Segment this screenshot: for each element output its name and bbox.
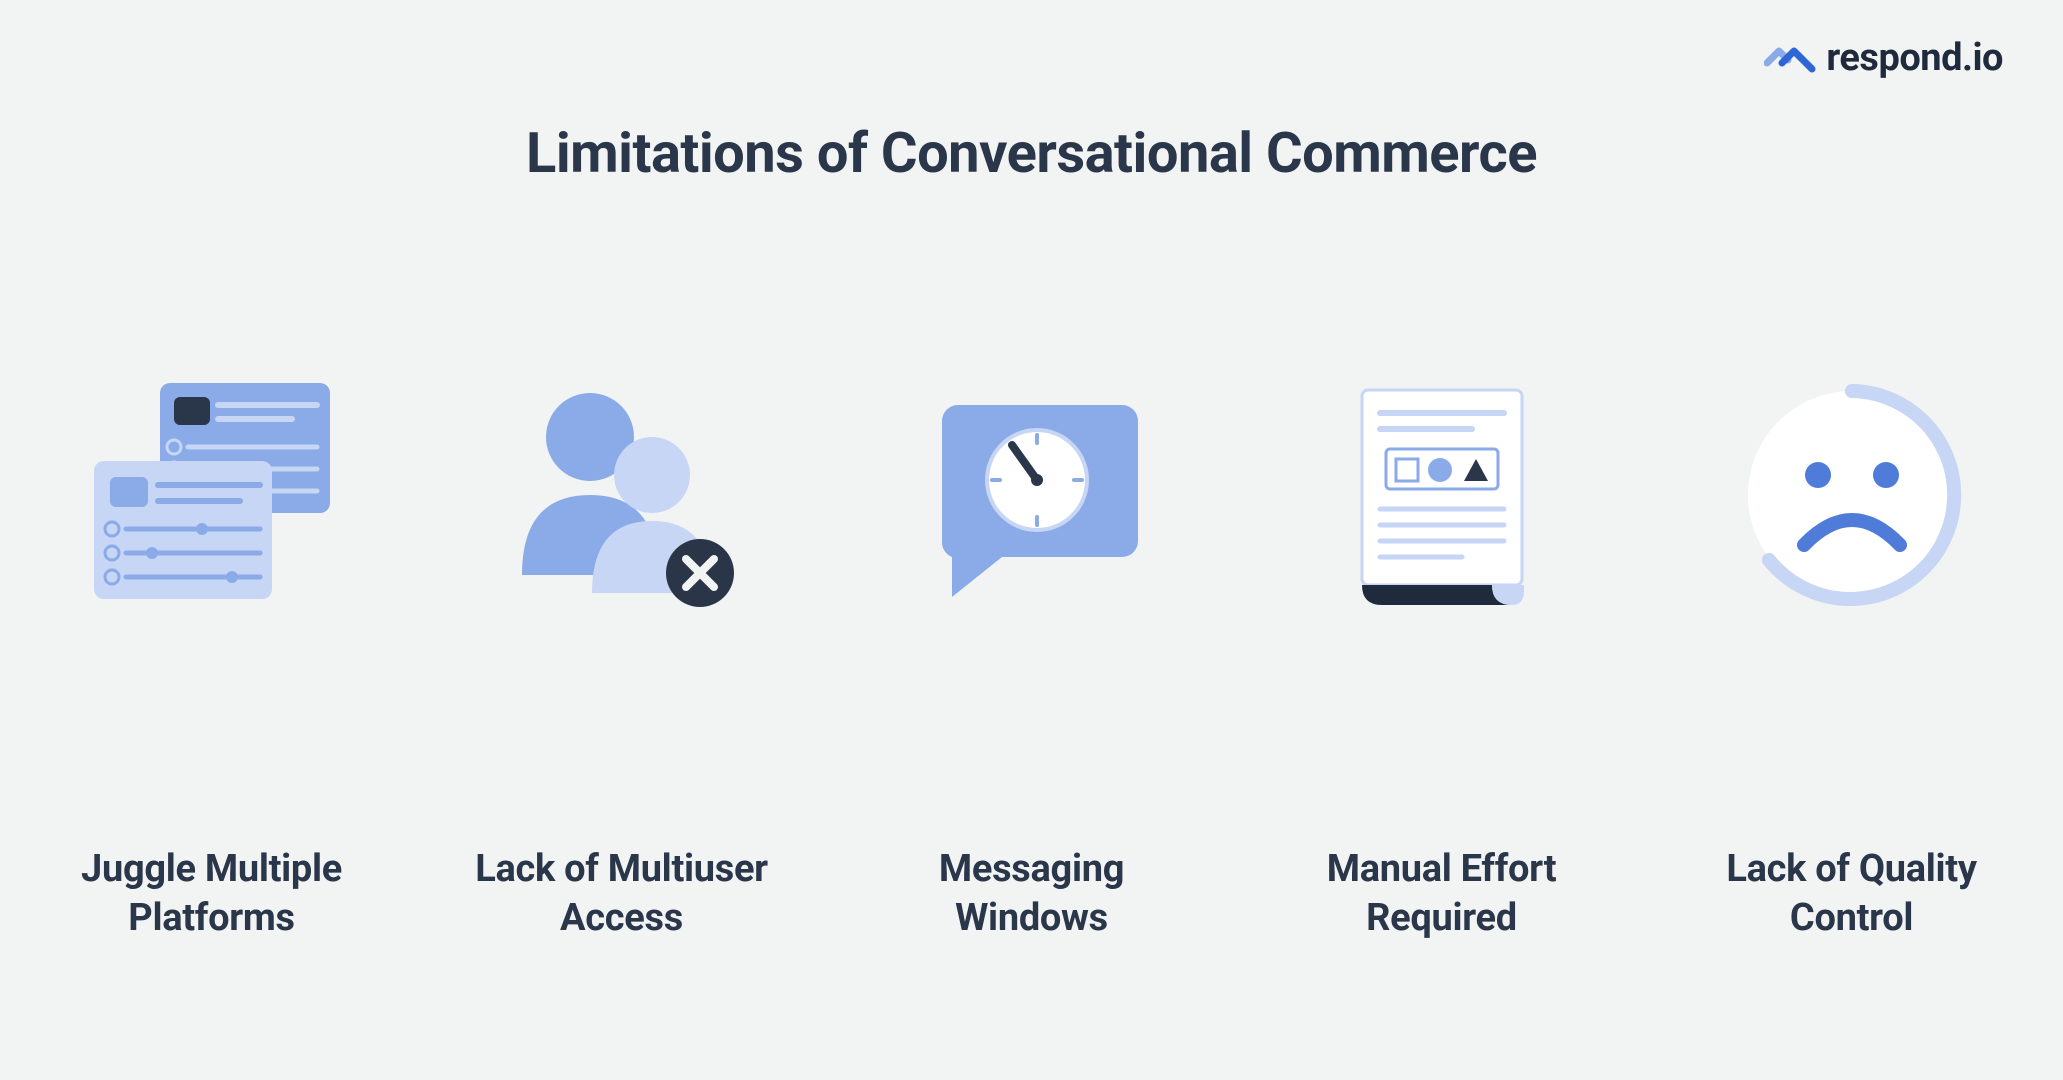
multiuser-icon xyxy=(492,365,752,625)
limitation-label: Manual Effort Required xyxy=(1327,845,1557,944)
page-title: Limitations of Conversational Commerce xyxy=(0,120,2063,186)
limitation-item: Messaging Windows xyxy=(882,365,1182,944)
brand-logo: respond.io xyxy=(1764,36,2003,80)
document-icon xyxy=(1312,365,1572,625)
limitation-item: Juggle Multiple Platforms xyxy=(62,365,362,944)
limitations-row: Juggle Multiple Platforms xyxy=(0,365,2063,944)
brand-name: respond.io xyxy=(1826,36,2003,80)
limitation-label: Lack of Multiuser Access xyxy=(475,845,768,944)
sad-face-icon xyxy=(1722,365,1982,625)
platforms-icon xyxy=(82,365,342,625)
messaging-window-icon xyxy=(902,365,1162,625)
limitation-label: Messaging Windows xyxy=(939,845,1124,944)
limitation-item: Manual Effort Required xyxy=(1292,365,1592,944)
limitation-item: Lack of Multiuser Access xyxy=(472,365,772,944)
logo-mark-icon xyxy=(1764,41,1816,75)
limitation-item: Lack of Quality Control xyxy=(1702,365,2002,944)
limitation-label: Juggle Multiple Platforms xyxy=(81,845,342,944)
limitation-label: Lack of Quality Control xyxy=(1726,845,1976,944)
